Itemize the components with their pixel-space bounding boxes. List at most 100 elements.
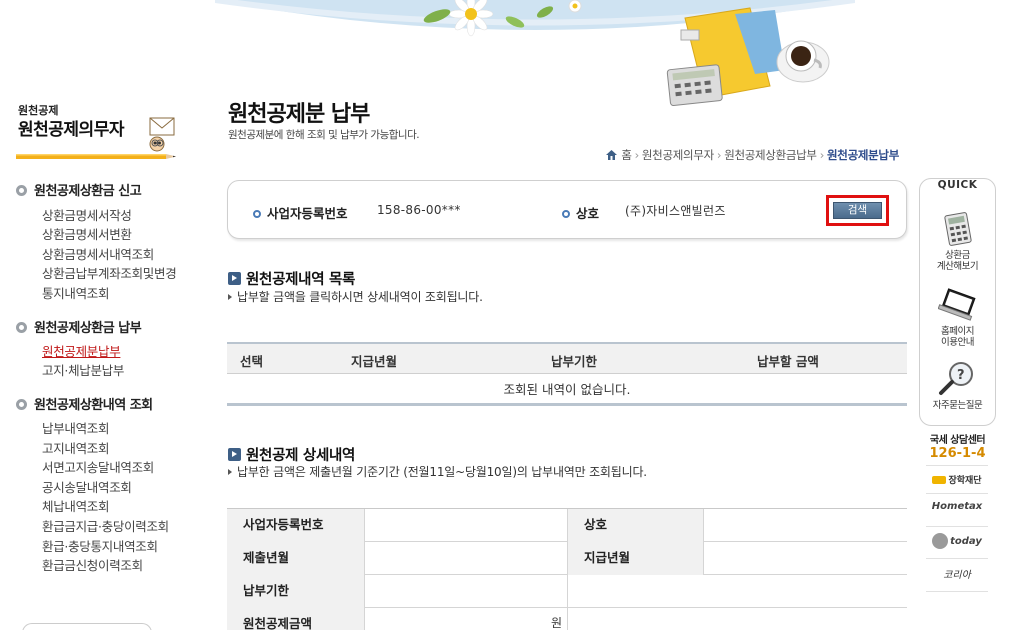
quick-item-label: 이용안내: [941, 337, 974, 348]
pencil-divider: [16, 154, 176, 159]
detail-value-due-date: [364, 575, 567, 608]
magnifier-question-icon: ?: [938, 362, 973, 395]
sidebar-item-statement-write[interactable]: 상환금명세서작성: [42, 205, 132, 224]
menu-heading-payment[interactable]: 원천공제상환금 납부: [16, 317, 142, 336]
sidebar-item-overdue-history[interactable]: 체납내역조회: [42, 496, 110, 515]
detail-value-empty: [567, 608, 907, 630]
menu-heading-label: 원천공제상환내역 조회: [34, 398, 153, 413]
quick-item-label: 홈페이지: [941, 326, 974, 337]
table-row: 제출년월 지급년월: [227, 542, 907, 575]
sidebar-item-notice-history[interactable]: 통지내역조회: [42, 283, 110, 302]
company-name-value: (주)자비스앤빌런즈: [625, 204, 726, 218]
notebook-icon: [937, 288, 976, 321]
sidebar-item-refund-notice[interactable]: 환급·충당통지내역조회: [42, 536, 158, 555]
quick-item-calculator[interactable]: 상환금 계산해보기: [920, 211, 995, 272]
breadcrumb: 홈 › 원천공제의무자 › 원천공제상환금납부 › 원천공제분납부: [606, 147, 899, 163]
sidebar-item-account-change[interactable]: 상환금납부계좌조회및변경: [42, 263, 177, 282]
chevron-right-icon: ›: [634, 148, 640, 162]
breadcrumb-current: 원천공제분납부: [827, 148, 899, 162]
sidebar-item-withholding-payment[interactable]: 원천공제분납부: [42, 341, 121, 360]
breadcrumb-home[interactable]: 홈: [621, 148, 632, 162]
list-section-heading: 원천공제내역 목록: [228, 268, 355, 289]
sidebar-item-statement-convert[interactable]: 상환금명세서변환: [42, 224, 132, 243]
sidebar-item-notice-list[interactable]: 고지내역조회: [42, 438, 110, 457]
chevron-right-icon: ›: [819, 148, 825, 162]
list-section-note-text: 납부할 금액을 클릭하시면 상세내역이 조회됩니다.: [237, 290, 483, 304]
detail-label-company: 상호: [567, 509, 703, 542]
list-section-title: 원천공제내역 목록: [246, 272, 356, 288]
menu-heading-history[interactable]: 원천공제상환내역 조회: [16, 394, 153, 413]
calculator-icon: [943, 212, 972, 246]
sidebar-item-written-notice[interactable]: 서면고지송달내역조회: [42, 457, 154, 476]
empty-message: 조회된 내역이 없습니다.: [227, 374, 907, 406]
chevron-right-icon: ›: [716, 148, 722, 162]
sidebar-title: 원천공제의무자: [18, 120, 124, 140]
company-name-label: 상호: [562, 203, 599, 222]
page-title: 원천공제분 납부: [228, 102, 370, 127]
search-button[interactable]: 검색: [833, 202, 882, 219]
graduation-cap-icon: [932, 476, 947, 484]
table-row: 납부기한: [227, 575, 907, 608]
detail-section-note-text: 납부한 금액은 제출년월 기준기간 (전월11일~당월10일)의 납부내역만 조…: [237, 465, 647, 479]
consult-center-label: 국세 상담센터: [929, 435, 986, 446]
breadcrumb-level-2[interactable]: 원천공제상환금납부: [724, 148, 817, 162]
link-hometax[interactable]: Hometax: [926, 501, 988, 512]
bullet-icon: [16, 399, 27, 410]
detail-label-submit-month: 제출년월: [227, 542, 364, 575]
link-label: 코리아: [943, 570, 971, 581]
triangle-bullet-icon: [228, 469, 232, 475]
table-row: 원천공제금액 원: [227, 608, 907, 630]
link-today[interactable]: today: [926, 533, 988, 549]
biz-number-label-text: 사업자등록번호: [267, 206, 348, 221]
withholding-list-table: 선택 지급년월 납부기한 납부할 금액 조회된 내역이 없습니다.: [227, 342, 907, 406]
detail-value-pay-month: [703, 542, 907, 575]
search-panel: 사업자등록번호 158-86-00*** 상호 (주)자비스앤빌런즈 검색: [227, 180, 907, 239]
menu-heading-label: 원천공제상환금 납부: [34, 321, 142, 336]
col-select: 선택: [240, 354, 264, 369]
detail-value-empty: [567, 575, 907, 608]
bullet-icon: [16, 322, 27, 333]
detail-label-biz-no: 사업자등록번호: [227, 509, 364, 542]
link-korea[interactable]: 코리아: [926, 566, 988, 581]
bullet-icon: [562, 210, 570, 218]
sidebar-item-statement-history[interactable]: 상환금명세서내역조회: [42, 244, 154, 263]
consult-center-phone[interactable]: 126-1-4: [919, 446, 996, 461]
quick-item-label: 자주묻는질문: [932, 400, 983, 411]
detail-value-company: [703, 509, 907, 542]
detail-label-due-date: 납부기한: [227, 575, 364, 608]
quick-menu-title: QUICK: [937, 179, 978, 191]
biz-number-value: 158-86-00***: [377, 203, 461, 217]
detail-table: 사업자등록번호 상호 제출년월 지급년월 납부기한 원천공제금액 원: [227, 508, 907, 630]
page-subtitle: 원천공제분에 한해 조회 및 납부가 가능합니다.: [228, 129, 420, 141]
sidebar-item-overdue-payment[interactable]: 고지·체납분납부: [42, 360, 124, 379]
list-section-note: 납부할 금액을 클릭하시면 상세내역이 조회됩니다.: [228, 288, 483, 305]
bullet-icon: [253, 210, 261, 218]
menu-heading-label: 원천공제상환금 신고: [34, 184, 142, 199]
link-scholarship[interactable]: 장학재단: [926, 473, 988, 486]
col-amount-due: 납부할 금액: [757, 354, 819, 369]
menu-heading-report[interactable]: 원천공제상환금 신고: [16, 180, 142, 199]
sidebar-banner-edge: [22, 623, 152, 630]
quick-menu: QUICK 상환금 계산해보기 홈페이지 이용안내 ? 자주묻는질문: [919, 178, 996, 426]
arrow-box-icon: [228, 272, 241, 285]
divider: [926, 465, 988, 466]
divider: [926, 558, 988, 559]
sidebar-item-refund-request[interactable]: 환급금신청이력조회: [42, 555, 143, 574]
arrow-box-icon: [228, 448, 241, 461]
detail-label-amount: 원천공제금액: [227, 608, 364, 630]
breadcrumb-level-1[interactable]: 원천공제의무자: [642, 148, 714, 162]
company-name-label-text: 상호: [576, 206, 600, 221]
sidebar-item-refund-history[interactable]: 환급금지급·충당이력조회: [42, 516, 169, 535]
divider: [926, 591, 988, 592]
link-label: today: [950, 535, 982, 547]
quick-item-faq[interactable]: ? 자주묻는질문: [920, 359, 995, 411]
divider: [926, 493, 988, 494]
sidebar-item-public-notice[interactable]: 공시송달내역조회: [42, 477, 132, 496]
quick-item-label: 계산해보기: [936, 261, 979, 272]
sidebar-item-payment-history[interactable]: 납부내역조회: [42, 418, 110, 437]
detail-value-amount-unit: 원: [364, 608, 567, 630]
home-icon: [606, 150, 618, 160]
col-pay-month: 지급년월: [351, 354, 398, 369]
detail-value-biz-no: [364, 509, 567, 542]
quick-item-guide[interactable]: 홈페이지 이용안내: [920, 285, 995, 348]
